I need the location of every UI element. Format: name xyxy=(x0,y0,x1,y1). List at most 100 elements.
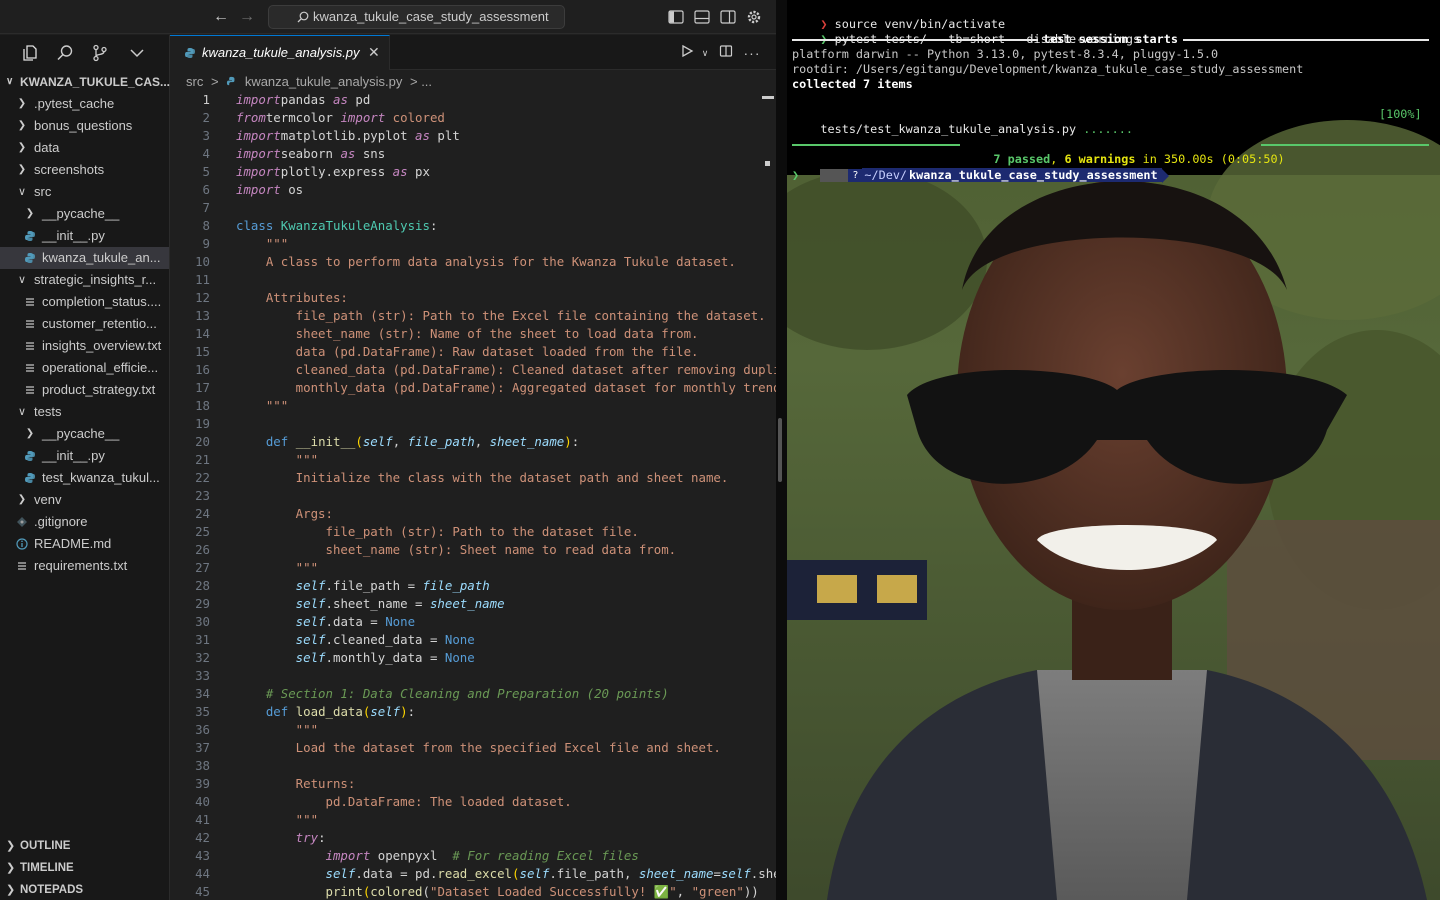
tree-file[interactable]: __init__.py xyxy=(0,225,169,247)
code-line[interactable]: 8 class KwanzaTukuleAnalysis: xyxy=(170,217,776,235)
tree-folder[interactable]: ∨ tests xyxy=(0,401,169,423)
code-line[interactable]: 34 # Section 1: Data Cleaning and Prepar… xyxy=(170,685,776,703)
code-line[interactable]: 44 self.data = pd.read_excel(self.file_p… xyxy=(170,865,776,883)
code-line[interactable]: 37 Load the dataset from the specified E… xyxy=(170,739,776,757)
outline-section[interactable]: ❯ OUTLINE xyxy=(0,835,169,857)
code-line[interactable]: 4 importseaborn as sns xyxy=(170,145,776,163)
timeline-section[interactable]: ❯ TIMELINE xyxy=(0,857,169,879)
code-line[interactable]: 5 importplotly.express as px xyxy=(170,163,776,181)
chevron-down-icon[interactable] xyxy=(127,43,147,63)
explorer-files-icon[interactable] xyxy=(20,43,40,63)
tree-file[interactable]: .gitignore xyxy=(0,511,169,533)
tree-folder[interactable]: ❯ __pycache__ xyxy=(0,423,169,445)
tree-file[interactable]: completion_status.... xyxy=(0,291,169,313)
code-line[interactable]: 42 try: xyxy=(170,829,776,847)
code-line[interactable]: 18 """ xyxy=(170,397,776,415)
tree-folder[interactable]: ∨ strategic_insights_r... xyxy=(0,269,169,291)
notepads-section[interactable]: ❯ NOTEPADS xyxy=(0,879,169,900)
code-line[interactable]: 24 Args: xyxy=(170,505,776,523)
code-line[interactable]: 30 self.data = None xyxy=(170,613,776,631)
code-text: self.monthly_data = None xyxy=(236,650,475,665)
code-line[interactable]: 26 sheet_name (str): Sheet name to read … xyxy=(170,541,776,559)
tree-file[interactable]: kwanza_tukule_an... xyxy=(0,247,169,269)
code-editor[interactable]: 1 importpandas as pd 2 fromtermcolor import… xyxy=(170,91,776,900)
code-line[interactable]: 3 importmatplotlib.pyplot as plt xyxy=(170,127,776,145)
forward-arrow-icon[interactable]: → xyxy=(237,7,257,27)
code-line[interactable]: 27 """ xyxy=(170,559,776,577)
explorer-root-folder[interactable]: ∨ KWANZA_TUKULE_CAS... xyxy=(0,71,170,93)
code-line[interactable]: 6 import os xyxy=(170,181,776,199)
code-line[interactable]: 28 self.file_path = file_path xyxy=(170,577,776,595)
back-arrow-icon[interactable]: ← xyxy=(211,7,231,27)
code-line[interactable]: 40 pd.DataFrame: The loaded dataset. xyxy=(170,793,776,811)
code-line[interactable]: 21 """ xyxy=(170,451,776,469)
source-control-icon[interactable] xyxy=(90,43,110,63)
code-line[interactable]: 13 file_path (str): Path to the Excel fi… xyxy=(170,307,776,325)
code-line[interactable]: 19 xyxy=(170,415,776,433)
code-line[interactable]: 25 file_path (str): Path to the dataset … xyxy=(170,523,776,541)
code-line[interactable]: 38 xyxy=(170,757,776,775)
tree-folder[interactable]: ∨ src xyxy=(0,181,169,203)
code-line[interactable]: 36 """ xyxy=(170,721,776,739)
tree-file[interactable]: operational_efficie... xyxy=(0,357,169,379)
code-text: Attributes: xyxy=(236,290,348,305)
code-line[interactable]: 1 importpandas as pd xyxy=(170,91,776,109)
code-line[interactable]: 10 A class to perform data analysis for … xyxy=(170,253,776,271)
run-dropdown-chevron-icon[interactable]: ∨ xyxy=(696,44,714,62)
breadcrumb-file[interactable]: kwanza_tukule_analysis.py xyxy=(245,74,403,89)
code-line[interactable]: 16 cleaned_data (pd.DataFrame): Cleaned … xyxy=(170,361,776,379)
more-actions-icon[interactable]: ··· xyxy=(743,44,761,62)
tree-folder[interactable]: ❯ __pycache__ xyxy=(0,203,169,225)
tree-file[interactable]: product_strategy.txt xyxy=(0,379,169,401)
code-line[interactable]: 12 Attributes: xyxy=(170,289,776,307)
code-line[interactable]: 11 xyxy=(170,271,776,289)
breadcrumb-symbols[interactable]: > ... xyxy=(410,74,432,89)
settings-gear-icon[interactable] xyxy=(745,8,763,26)
code-line[interactable]: 22 Initialize the class with the dataset… xyxy=(170,469,776,487)
code-line[interactable]: 35 def load_data(self): xyxy=(170,703,776,721)
toggle-panel-icon[interactable] xyxy=(693,8,711,26)
toggle-secondary-sidebar-icon[interactable] xyxy=(719,8,737,26)
tree-file[interactable]: insights_overview.txt xyxy=(0,335,169,357)
code-line[interactable]: 41 """ xyxy=(170,811,776,829)
code-line[interactable]: 14 sheet_name (str): Name of the sheet t… xyxy=(170,325,776,343)
code-line[interactable]: 32 self.monthly_data = None xyxy=(170,649,776,667)
split-editor-icon[interactable] xyxy=(717,44,735,62)
line-number: 35 xyxy=(195,704,210,719)
tree-folder[interactable]: ❯ data xyxy=(0,137,169,159)
code-line[interactable]: 2 fromtermcolor import colored xyxy=(170,109,776,127)
breadcrumb-src[interactable]: src xyxy=(186,74,203,89)
code-line[interactable]: 39 Returns: xyxy=(170,775,776,793)
test-file-name: tests/test_kwanza_tukule_analysis.py xyxy=(820,122,1077,136)
code-line[interactable]: 20 def __init__(self, file_path, sheet_n… xyxy=(170,433,776,451)
search-view-icon[interactable] xyxy=(55,43,75,63)
tree-folder[interactable]: ❯ bonus_questions xyxy=(0,115,169,137)
tree-file[interactable]: __init__.py xyxy=(0,445,169,467)
code-line[interactable]: 17 monthly_data (pd.DataFrame): Aggregat… xyxy=(170,379,776,397)
tree-folder[interactable]: ❯ venv xyxy=(0,489,169,511)
tree-file[interactable]: customer_retentio... xyxy=(0,313,169,335)
tree-folder[interactable]: ❯ screenshots xyxy=(0,159,169,181)
toggle-primary-sidebar-icon[interactable] xyxy=(667,8,685,26)
code-line[interactable]: 9 """ xyxy=(170,235,776,253)
code-line[interactable]: 43 import openpyxl # For reading Excel f… xyxy=(170,847,776,865)
terminal-window[interactable]: ❯ source venv/bin/activate ❯ pytest test… xyxy=(787,0,1440,900)
tree-file[interactable]: README.md xyxy=(0,533,169,555)
prompt-symbol: ❯ xyxy=(792,168,800,182)
tree-file[interactable]: requirements.txt xyxy=(0,555,169,577)
code-line[interactable]: 7 xyxy=(170,199,776,217)
code-line[interactable]: 23 xyxy=(170,487,776,505)
command-center-search[interactable]: kwanza_tukule_case_study_assessment xyxy=(268,5,565,29)
chevron-right-icon: ❯ xyxy=(17,142,27,153)
close-icon[interactable]: ✕ xyxy=(368,36,380,69)
code-line[interactable]: 45 print(colored("Dataset Loaded Success… xyxy=(170,883,776,900)
tree-folder[interactable]: ❯ .pytest_cache xyxy=(0,93,169,115)
tree-file[interactable]: test_kwanza_tukul... xyxy=(0,467,169,489)
code-line[interactable]: 15 data (pd.DataFrame): Raw dataset load… xyxy=(170,343,776,361)
code-line[interactable]: 31 self.cleaned_data = None xyxy=(170,631,776,649)
resize-handle[interactable] xyxy=(778,418,782,482)
code-line[interactable]: 33 xyxy=(170,667,776,685)
code-line[interactable]: 29 self.sheet_name = sheet_name xyxy=(170,595,776,613)
run-play-icon[interactable] xyxy=(678,44,696,62)
tab-kwanza-tukule-analysis[interactable]: kwanza_tukule_analysis.py ✕ xyxy=(170,35,390,70)
